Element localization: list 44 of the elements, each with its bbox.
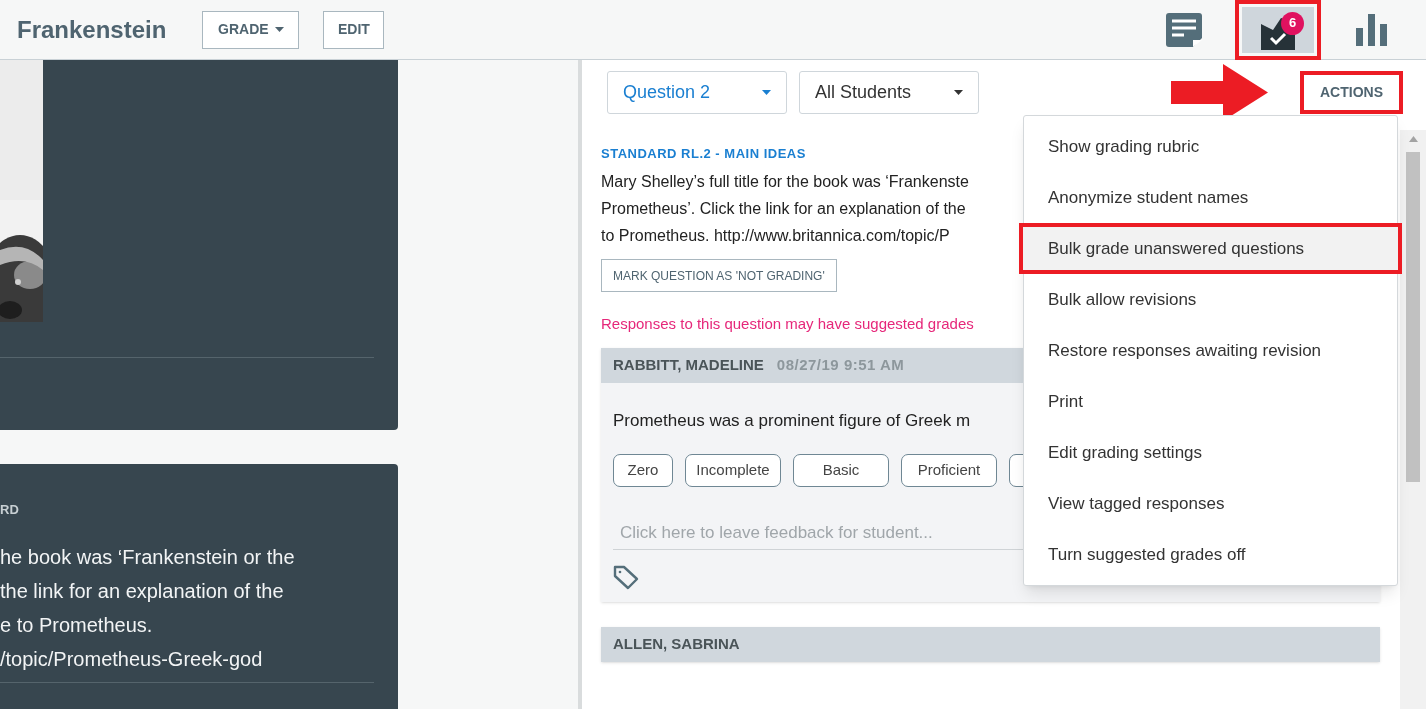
grade-button[interactable]: Basic	[793, 453, 889, 487]
scroll-up-icon	[1408, 136, 1418, 142]
standard-label: STANDARD RL.2 - MAIN IDEAS	[601, 146, 806, 162]
actions-button[interactable]: ACTIONS	[1300, 71, 1403, 114]
question-text: Prometheus’. Click the link for an explanation of the	[601, 199, 966, 219]
menu-item[interactable]: Bulk allow revisions	[1024, 274, 1397, 325]
grade-button[interactable]: Zero	[613, 453, 673, 487]
menu-item[interactable]: View tagged responses	[1024, 478, 1397, 529]
card-label: RD	[0, 502, 20, 518]
menu-item[interactable]: Print	[1024, 376, 1397, 427]
mark-not-grading-button[interactable]: MARK QUESTION AS 'NOT GRADING'	[601, 259, 837, 292]
response-text: Prometheus was a prominent figure of Greek m	[613, 410, 972, 432]
card-text: e to Prometheus.	[0, 613, 154, 638]
menu-item[interactable]: Bulk grade unanswered questions	[1019, 223, 1402, 274]
response-time: 08/27/19 9:51 AM	[776, 355, 905, 376]
caret-icon	[762, 90, 771, 95]
question-text: to Prometheus. http://www.britannica.com/topic/P	[601, 226, 950, 246]
card-text: /topic/Prometheus-Greek-god	[0, 647, 264, 672]
scrollbar[interactable]	[1400, 130, 1426, 709]
card-text: he book was ‘Frankenstein or the	[0, 545, 296, 570]
menu-item[interactable]: Restore responses awaiting revision	[1024, 325, 1397, 376]
question-text: Mary Shelley’s full title for the book was ‘Frankenste	[601, 172, 969, 192]
menu-item[interactable]: Edit grading settings	[1024, 427, 1397, 478]
grade-button[interactable]: Proficient	[901, 453, 997, 487]
page-title: Frankenstein	[17, 14, 167, 45]
question-dropdown[interactable]: Question 2	[607, 71, 787, 114]
students-dropdown[interactable]: All Students	[799, 71, 979, 114]
tag-icon	[613, 563, 639, 590]
menu-item[interactable]: Turn suggested grades off	[1024, 529, 1397, 580]
bar-chart-icon	[1356, 13, 1388, 46]
count-badge: 6	[1281, 11, 1304, 35]
inbox-tool-button[interactable]: 6	[1242, 6, 1314, 53]
note-icon	[1166, 12, 1202, 47]
menu-item[interactable]: Anonymize student names	[1024, 172, 1397, 223]
grade-dropdown[interactable]: GRADE	[202, 10, 300, 49]
student-name: ALLEN, SABRINA	[613, 633, 740, 654]
student-name: RABBITT, MADELINE	[613, 355, 764, 376]
edit-button[interactable]: EDIT	[323, 10, 385, 49]
grade-button[interactable]: Incomplete	[685, 453, 781, 487]
caret-icon	[274, 27, 284, 32]
menu-item[interactable]: Show grading rubric	[1024, 121, 1397, 172]
suggested-grades-notice: Responses to this question may have suggested grades	[601, 314, 974, 334]
card-text: the link for an explanation of the	[0, 579, 285, 604]
caret-icon	[954, 90, 963, 95]
